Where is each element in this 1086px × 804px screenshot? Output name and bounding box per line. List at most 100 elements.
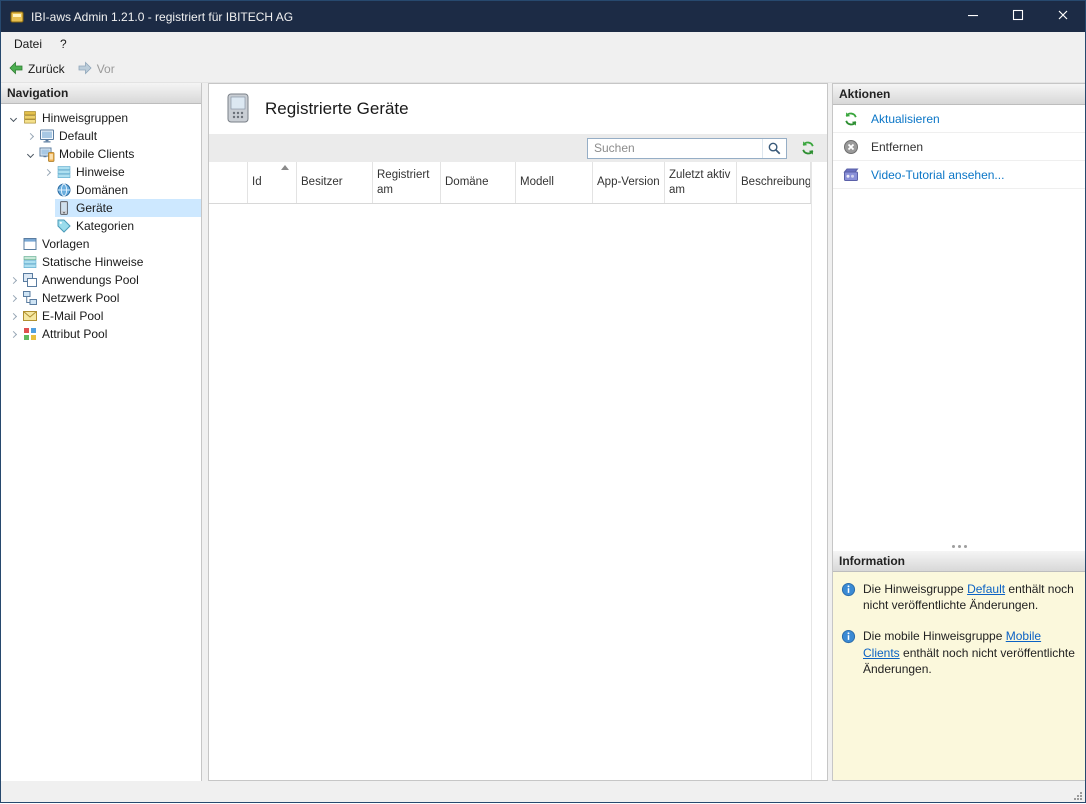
column-header-modell[interactable]: Modell [516,162,593,203]
column-header-label: Id [252,176,262,189]
window-title: IBI-aws Admin 1.21.0 - registriert für I… [31,9,294,24]
column-header-app-version[interactable]: App-Version [593,162,665,203]
info-message: Die mobile Hinweisgruppe Mobile Clients … [841,628,1077,677]
tree-item-gerate[interactable]: Geräte [1,199,201,217]
column-header-id[interactable]: Id [248,162,297,203]
tree-item-hinweisgruppen[interactable]: Hinweisgruppen [1,109,201,127]
column-header-registriert-am[interactable]: Registriert am [373,162,441,203]
search-icon[interactable] [762,138,786,158]
actions-list: Aktualisieren Entfernen Video-Tutorial ans… [833,105,1085,189]
column-header-besitzer[interactable]: Besitzer [297,162,373,203]
column-header-label: Domäne [445,176,489,189]
actions-header: Aktionen [833,84,1085,105]
maximize-icon [1010,7,1026,26]
chevron-right-icon[interactable] [6,327,21,342]
back-arrow-icon [8,60,24,79]
tree-item-netzwerk-pool[interactable]: Netzwerk Pool [1,289,201,307]
menu-item-help[interactable]: ? [51,33,76,55]
statusbar [1,787,1085,802]
forward-button[interactable]: Vor [77,60,115,79]
hints-icon [56,164,72,180]
chevron-right-icon[interactable] [6,291,21,306]
column-header-beschreibung[interactable]: Beschreibung [737,162,811,203]
remove-icon [843,139,859,155]
email-pool-icon [22,308,38,324]
search-input[interactable] [588,141,762,155]
information-body: Die Hinweisgruppe Default enthält noch n… [833,572,1085,780]
chevron-right-icon[interactable] [23,129,38,144]
chevron-right-icon[interactable] [6,273,21,288]
action-video-tutorial-ansehen[interactable]: Video-Tutorial ansehen... [833,161,1085,189]
menu-item-datei[interactable]: Datei [5,33,51,55]
devices-grid: Id Besitzer Registriert am Domäne Modell App-… [209,162,812,780]
tree-item-statische-hinweise[interactable]: Statische Hinweise [1,253,201,271]
tree-item-default[interactable]: Default [1,127,201,145]
tree-item-vorlagen[interactable]: Vorlagen [1,235,201,253]
info-icon [841,582,856,597]
column-header-zuletzt-aktiv-am[interactable]: Zuletzt aktiv am [665,162,737,203]
static-hints-icon [22,254,38,270]
information-header: Information [833,551,1085,572]
mobile-clients-icon [39,146,55,162]
tree-item-label: Hinweisgruppen [42,111,129,125]
info-message-text: Die mobile Hinweisgruppe Mobile Clients … [863,629,1075,676]
tree-item-anwendungs-pool[interactable]: Anwendungs Pool [1,271,201,289]
grid-rest [812,162,827,780]
tree-item-label: Kategorien [76,219,135,233]
main-panel: Registrierte Geräte Id Besitzer Registrier… [208,83,828,781]
back-button[interactable]: Zurück [8,60,65,79]
column-header-label: Modell [520,176,554,189]
chevron-right-icon[interactable] [6,309,21,324]
chevron-right-icon[interactable] [40,165,55,180]
attribute-pool-icon [22,326,38,342]
actions-filler [833,189,1085,541]
close-button[interactable] [1040,1,1085,32]
tree-item-e-mail-pool[interactable]: E-Mail Pool [1,307,201,325]
chevron-down-icon[interactable] [6,111,21,126]
domains-icon [56,182,72,198]
info-message: Die Hinweisgruppe Default enthält noch n… [841,581,1077,613]
refresh-icon[interactable] [798,138,818,158]
sort-ascending-icon [281,165,289,170]
tree-item-label: Domänen [76,183,129,197]
close-icon [1055,7,1071,26]
application-pool-icon [22,272,38,288]
tree-item-label: Geräte [76,201,113,215]
grid-header-row: Id Besitzer Registriert am Domäne Modell App-… [209,162,811,204]
column-header-domane[interactable]: Domäne [441,162,516,203]
navigation-header: Navigation [1,83,201,104]
resize-grip[interactable] [1073,790,1083,800]
navigation-panel: Navigation Hinweisgruppen Default Mobile C… [1,83,202,781]
page-title: Registrierte Geräte [265,99,409,118]
tree-item-label: Attribut Pool [42,327,108,341]
action-label: Aktualisieren [871,111,940,126]
grid-body [209,204,811,780]
tree-item-kategorien[interactable]: Kategorien [1,217,201,235]
panel-splitter[interactable] [833,541,1085,551]
action-entfernen[interactable]: Entfernen [833,133,1085,161]
info-icon [841,629,856,644]
templates-icon [22,236,38,252]
categories-icon [56,218,72,234]
tree-item-label: E-Mail Pool [42,309,104,323]
minimize-icon [965,7,981,26]
info-message-text: Die Hinweisgruppe Default enthält noch n… [863,582,1074,613]
tree-item-domanen[interactable]: Domänen [1,181,201,199]
main-panel-header: Registrierte Geräte [209,84,827,134]
column-header-label: Besitzer [301,176,343,189]
tree-item-attribut-pool[interactable]: Attribut Pool [1,325,201,343]
column-header-label: App-Version [597,176,660,189]
info-link-default[interactable]: Default [967,582,1005,596]
tree-item-mobile-clients[interactable]: Mobile Clients [1,145,201,163]
chevron-down-icon[interactable] [23,147,38,162]
action-aktualisieren[interactable]: Aktualisieren [833,105,1085,133]
info-link-mobile-clients[interactable]: Mobile Clients [863,629,1041,659]
main-toolbar: Zurück Vor [1,56,1085,83]
column-header-label: Beschreibung [741,176,811,189]
minimize-button[interactable] [950,1,995,32]
actions-panel: Aktionen Aktualisieren Entfernen Video-Tut… [832,83,1085,781]
tree-item-hinweise[interactable]: Hinweise [1,163,201,181]
maximize-button[interactable] [995,1,1040,32]
